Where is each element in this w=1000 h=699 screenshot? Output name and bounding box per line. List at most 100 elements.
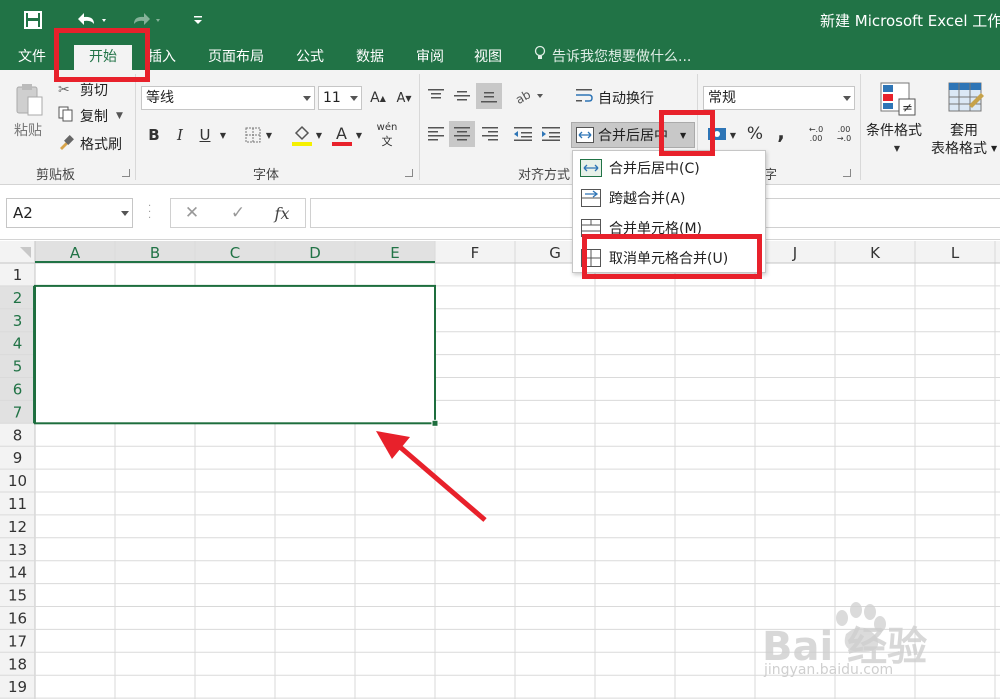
menu-item-merge-across[interactable]: 跨越合并(A) [573,183,765,213]
column-header-A[interactable]: A [70,244,81,262]
align-bottom-icon[interactable] [476,83,502,109]
font-name-select[interactable]: 等线 [141,86,315,110]
row-header-16[interactable]: 16 [8,610,27,628]
number-launcher[interactable] [843,169,851,177]
column-header-D[interactable]: D [309,244,321,262]
check-icon[interactable]: ✓ [227,202,249,224]
row-header-6[interactable]: 6 [13,381,23,399]
font-launcher[interactable] [405,169,413,177]
row-header-3[interactable]: 3 [13,312,23,330]
column-header-B[interactable]: B [150,244,160,262]
tab-data[interactable]: 数据 [356,45,396,70]
row-header-11[interactable]: 11 [8,495,27,513]
number-format-select[interactable]: 常规 [703,86,855,110]
chevron-down-icon[interactable]: ▼ [216,126,230,144]
chevron-down-icon [843,96,851,101]
underline-button[interactable]: U [197,124,213,146]
percent-button[interactable]: % [744,122,766,146]
conditional-format-icon[interactable]: ≠ [878,80,918,118]
row-header-4[interactable]: 4 [13,335,23,353]
conditional-format-button[interactable]: 条件格式 [866,120,922,140]
format-painter-button[interactable]: 格式刷 [58,134,122,154]
row-header-13[interactable]: 13 [8,541,27,559]
red-arrow-icon [376,431,487,522]
bold-button[interactable]: B [146,124,162,146]
row-header-17[interactable]: 17 [8,632,27,650]
decrease-font-icon[interactable]: A ▼ [394,88,414,108]
copy-button[interactable]: 复制 ▼ [58,106,123,126]
row-header-15[interactable]: 15 [8,587,27,605]
increase-font-icon[interactable]: A ▲ [368,88,388,108]
customize-icon[interactable] [188,8,208,32]
cancel-icon[interactable]: ✕ [181,202,203,224]
wrap-text-button[interactable]: 自动换行 [576,88,654,108]
table-format-label-1[interactable]: 套用 [950,120,978,140]
cut-button[interactable]: ✂ 剪切 [58,80,108,100]
menu-item-merge-center[interactable]: 合并后居中(C) [573,153,765,183]
row-header-5[interactable]: 5 [13,358,23,376]
chevron-down-icon[interactable]: ▼ [314,126,324,144]
align-center-icon[interactable] [449,121,475,147]
row-header-18[interactable]: 18 [8,655,27,673]
drag-handle-icon[interactable]: · · · [148,202,152,224]
selected-merged-range[interactable] [34,284,436,425]
tab-insert[interactable]: 插入 [148,45,188,70]
tab-page-layout[interactable]: 页面布局 [208,45,278,70]
row-header-2[interactable]: 2 [13,289,23,307]
align-right-icon[interactable] [480,124,500,144]
font-color-icon[interactable]: A [330,122,354,148]
table-format-icon[interactable] [946,80,986,118]
align-top-icon[interactable] [426,86,446,106]
tab-view[interactable]: 视图 [474,45,514,70]
fill-color-icon[interactable] [290,122,314,148]
lightbulb-icon [534,45,546,70]
highlight-box-unmerge-item [582,234,762,279]
column-header-E[interactable]: E [390,244,399,262]
font-size-select[interactable]: 11 [318,86,362,110]
row-header-19[interactable]: 19 [8,678,27,696]
column-header-K[interactable]: K [870,244,881,262]
decrease-indent-icon[interactable] [512,124,534,144]
align-left-icon[interactable] [426,124,446,144]
row-header-12[interactable]: 12 [8,518,27,536]
row-header-14[interactable]: 14 [8,564,27,582]
orientation-icon[interactable]: ab [514,86,546,106]
chevron-down-icon[interactable]: ▼ [728,126,738,144]
row-header-10[interactable]: 10 [8,472,27,490]
tab-formulas[interactable]: 公式 [296,45,336,70]
increase-indent-icon[interactable] [540,124,562,144]
column-header-F[interactable]: F [471,244,480,262]
increase-decimal-icon[interactable]: ←.0.00 [804,122,828,146]
row-header-8[interactable]: 8 [13,426,23,444]
copy-icon [58,106,80,126]
paste-icon[interactable] [12,80,46,118]
highlight-box-merge-dropdown [659,110,715,156]
italic-button[interactable]: I [172,124,188,146]
borders-icon[interactable] [242,124,264,146]
tab-review[interactable]: 审阅 [416,45,456,70]
column-header-G[interactable]: G [549,244,561,262]
tell-me-search[interactable]: 告诉我您想要做什么... [534,45,691,70]
font-group-label: 字体 [253,168,280,183]
clipboard-launcher[interactable] [122,169,130,177]
function-icon[interactable]: fx [271,202,293,224]
column-header-J[interactable]: J [792,244,797,262]
row-header-7[interactable]: 7 [13,403,23,421]
svg-text:ab: ab [515,88,533,104]
column-header-L[interactable]: L [951,244,960,262]
chevron-down-icon[interactable]: ▼ [264,126,274,144]
tab-file[interactable]: 文件 [18,45,58,70]
name-box[interactable]: A2 [6,198,133,228]
comma-button[interactable]: , [772,120,790,144]
decrease-decimal-icon[interactable]: .00 →.0 [832,122,856,146]
row-header-1[interactable]: 1 [13,266,23,284]
align-middle-icon[interactable] [452,86,472,106]
table-format-label-2[interactable]: 表格格式 ▼ [931,138,997,158]
column-header-C[interactable]: C [230,244,240,262]
row-header-9[interactable]: 9 [13,449,23,467]
phonetic-icon[interactable]: wén 文 [374,122,400,148]
paste-button[interactable]: 粘贴 [14,120,42,140]
chevron-down-icon[interactable]: ▼ [890,142,904,154]
chevron-down-icon[interactable]: ▼ [354,126,364,144]
save-icon[interactable] [20,8,46,32]
